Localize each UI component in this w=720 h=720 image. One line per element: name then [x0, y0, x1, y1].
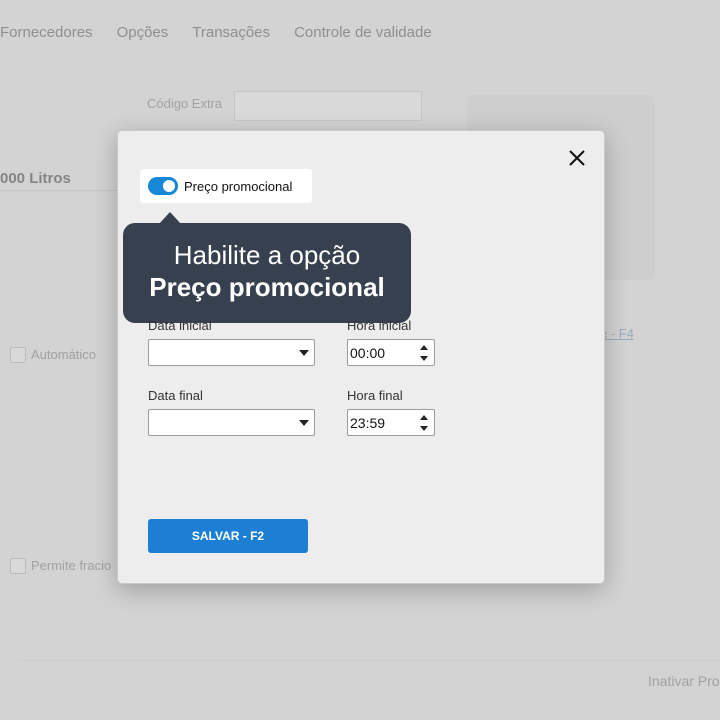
start-time-spinner[interactable]: 00:00: [347, 339, 435, 366]
hint-tooltip: Habilite a opção Preço promocional: [123, 212, 411, 323]
end-time-value: 23:59: [350, 415, 386, 431]
caret-down-icon[interactable]: [420, 426, 428, 431]
start-date-select[interactable]: [148, 339, 315, 366]
tooltip-arrow: [159, 212, 181, 224]
promo-price-label: Preço promocional: [184, 178, 293, 194]
start-date-label: Data inicial: [148, 318, 212, 333]
toggle-knob: [163, 180, 175, 192]
promo-price-toggle[interactable]: [148, 177, 178, 195]
end-time-label: Hora final: [347, 388, 403, 403]
tooltip-line2: Preço promocional: [149, 272, 385, 302]
caret-down-icon[interactable]: [420, 356, 428, 361]
tooltip-line1: Habilite a opção: [173, 240, 361, 270]
chevron-down-icon: [299, 350, 309, 356]
promo-price-modal: Preço promocional Habilite a opção Preço…: [117, 130, 605, 584]
caret-up-icon[interactable]: [420, 345, 428, 350]
promo-toggle-row[interactable]: Preço promocional: [140, 169, 312, 203]
close-icon: [569, 150, 585, 166]
start-time-value: 00:00: [350, 345, 386, 361]
end-date-select[interactable]: [148, 409, 315, 436]
chevron-down-icon: [299, 420, 309, 426]
save-button[interactable]: SALVAR - F2: [148, 519, 308, 553]
end-time-spinner[interactable]: 23:59: [347, 409, 435, 436]
end-date-label: Data final: [148, 388, 203, 403]
start-time-label: Hora inicial: [347, 318, 412, 333]
caret-up-icon[interactable]: [420, 415, 428, 420]
close-button[interactable]: [566, 147, 588, 169]
